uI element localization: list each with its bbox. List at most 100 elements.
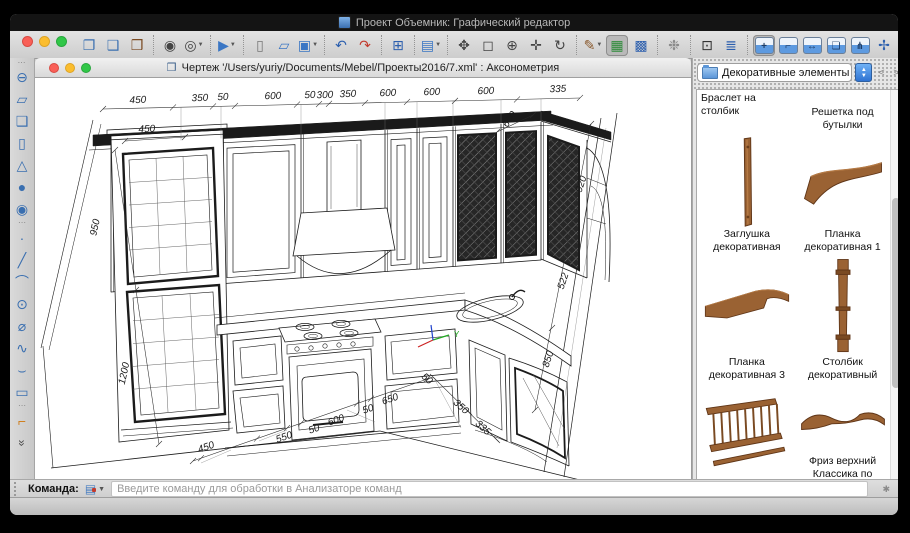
ellipse-tool-icon[interactable]: ⌀ xyxy=(10,315,34,337)
slab-primitive-icon[interactable]: ▱ xyxy=(10,88,34,110)
zoom-button[interactable] xyxy=(56,36,67,47)
photo-camera-icon[interactable]: ◎▼ xyxy=(183,35,205,56)
arc-tool-icon[interactable]: ⌒ xyxy=(10,271,34,293)
more-tools-icon[interactable]: » xyxy=(11,431,33,455)
pan-icon[interactable]: ✛ xyxy=(525,35,547,56)
toggle-textures-icon[interactable]: ▦ xyxy=(606,35,628,56)
circle-tool-icon[interactable]: ⊙ xyxy=(10,293,34,315)
doc-minimize-button[interactable] xyxy=(65,63,75,73)
polyarc-tool-icon[interactable]: ⌣ xyxy=(10,359,34,381)
item-label: Планка декоративная 3 xyxy=(701,356,793,382)
svg-text:300: 300 xyxy=(316,90,333,102)
panel-item[interactable]: Планка декоративная 1 xyxy=(795,136,891,258)
dimension-copy-icon[interactable]: ❏ xyxy=(825,35,847,56)
zoom-in-icon[interactable]: ⊕ xyxy=(501,35,523,56)
drawing-canvas[interactable]: 4503505060050300350600600600335450950120… xyxy=(35,78,691,480)
cabinet-project-icon[interactable]: ❒ xyxy=(126,35,148,56)
dimension-horizontal-icon[interactable]: ↔ xyxy=(801,35,823,56)
redo-icon[interactable]: ↷ xyxy=(354,35,376,56)
paint-texture-icon[interactable]: ✎▼ xyxy=(582,35,604,56)
content-area: ⋯ ⊖▱❑▯△●◉⋯·╱⌒⊙⌀∿⌣▭⋯⌐» ❒ Чертеж '/Users/y… xyxy=(10,58,898,480)
spline-tool-icon[interactable]: ∿ xyxy=(10,337,34,359)
panel-item[interactable]: Решетка под бутылки xyxy=(795,90,891,136)
dimension-chain-icon[interactable]: ⋔ xyxy=(849,35,871,56)
spec-table-icon[interactable]: ≣ xyxy=(720,35,742,56)
orbit-icon[interactable]: ↻ xyxy=(549,35,571,56)
toolbar-separator xyxy=(210,35,211,55)
panel-menu-icon[interactable]: ▼ xyxy=(895,70,898,79)
disc-primitive-icon[interactable]: ⊖ xyxy=(10,66,34,88)
point-tool-icon[interactable]: · xyxy=(10,227,34,249)
preview-monitor-icon[interactable]: ⊡ xyxy=(696,35,718,56)
svg-text:50: 50 xyxy=(304,90,316,101)
panel-item[interactable]: Тарелочница xyxy=(699,386,795,480)
dimension-add-icon[interactable]: + xyxy=(753,35,775,56)
rectangle-tool-icon[interactable]: ▭ xyxy=(10,381,34,403)
command-history-icon[interactable]: ▤ xyxy=(85,482,96,496)
open-document-icon[interactable]: ▱ xyxy=(273,35,295,56)
settings-gear-icon[interactable]: ✱ xyxy=(882,484,890,495)
item-thumbnail xyxy=(797,138,889,228)
corner-tool-icon[interactable]: ⌐ xyxy=(10,410,34,432)
undo-icon[interactable]: ↶ xyxy=(330,35,352,56)
svg-text:600: 600 xyxy=(327,413,347,429)
toolbar-separator xyxy=(747,35,748,55)
panel-scrollbar[interactable] xyxy=(890,90,898,480)
svg-text:450: 450 xyxy=(197,440,217,456)
panel-item[interactable]: Браслет на столбик xyxy=(699,90,795,136)
command-dropdown-icon[interactable]: ▼ xyxy=(98,486,105,493)
toolbar-separator xyxy=(657,35,658,55)
save-document-icon[interactable]: ▣▼ xyxy=(297,35,319,56)
item-label: Браслет на столбик xyxy=(701,92,793,118)
panel-item[interactable]: Заглушка декоративная xyxy=(699,136,795,258)
minimize-button[interactable] xyxy=(39,36,50,47)
box-primitive-icon[interactable]: ❑ xyxy=(10,110,34,132)
item-thumbnail xyxy=(701,260,793,356)
sphere-primitive-icon[interactable]: ● xyxy=(10,176,34,198)
edit-texture-icon[interactable]: ▩ xyxy=(630,35,652,56)
render-camera-icon[interactable]: ◉ xyxy=(159,35,181,56)
close-button[interactable] xyxy=(22,36,33,47)
copy-model-icon[interactable]: ❐ xyxy=(78,35,100,56)
command-placeholder: Введите команду для обработки в Анализат… xyxy=(117,483,402,495)
command-input[interactable]: Введите команду для обработки в Анализат… xyxy=(111,481,868,497)
duplicate-model-icon[interactable]: ❑ xyxy=(102,35,124,56)
command-bar: Команда: ▤ ▼ Введите команду для обработ… xyxy=(10,479,898,498)
dimension-vertical-icon[interactable]: ⌐ xyxy=(777,35,799,56)
panel-item[interactable]: Фриз верхний Классика по контуру наборны… xyxy=(795,386,891,480)
drawing-tools-toolbar: ⋯ ⊖▱❑▯△●◉⋯·╱⌒⊙⌀∿⌣▭⋯⌐» xyxy=(10,58,35,480)
toolbar-icons: ❐❑❒◉◎▼▶▼▯▱▣▼↶↷⊞▤▼✥◻⊕✛↻✎▼▦▩❉⊡≣+⌐↔❏⋔✢▣ xyxy=(78,33,894,57)
svg-text:650: 650 xyxy=(381,392,401,408)
category-stepper[interactable]: ▲▼ xyxy=(855,63,872,82)
kitchen-axonometric-drawing: 4503505060050300350600600600335450950120… xyxy=(35,78,691,480)
new-document-icon[interactable]: ▯ xyxy=(249,35,271,56)
notify-bell-icon[interactable]: ✢ xyxy=(873,35,894,56)
spray-material-icon[interactable]: ❉ xyxy=(663,35,685,56)
toolbar-separator xyxy=(414,35,415,55)
panel-item[interactable]: Столбик декоративный xyxy=(795,258,891,386)
svg-text:350: 350 xyxy=(339,89,356,101)
cone-primitive-icon[interactable]: △ xyxy=(10,154,34,176)
svg-text:50: 50 xyxy=(419,371,435,387)
document-window-controls xyxy=(49,63,91,73)
toolbar-separator xyxy=(381,35,382,55)
run-command-icon[interactable]: ▶▼ xyxy=(216,35,238,56)
prev-category-button[interactable]: < xyxy=(875,67,887,79)
zoom-extents-icon[interactable]: ✥ xyxy=(453,35,475,56)
category-dropdown[interactable]: Декоративные элементы xyxy=(697,63,852,82)
item-thumbnail xyxy=(797,258,889,356)
doc-close-button[interactable] xyxy=(49,63,59,73)
doc-zoom-button[interactable] xyxy=(81,63,91,73)
document-titlebar[interactable]: ❒ Чертеж '/Users/yuriy/Documents/Mebel/П… xyxy=(35,58,691,78)
panel-item[interactable]: Планка декоративная 3 xyxy=(699,258,795,386)
line-tool-icon[interactable]: ╱ xyxy=(10,249,34,271)
command-label: Команда: xyxy=(28,483,79,495)
panel-scrollbar-thumb[interactable] xyxy=(892,198,898,388)
cylinder-primitive-icon[interactable]: ▯ xyxy=(10,132,34,154)
command-bar-grip[interactable] xyxy=(14,482,24,496)
svg-text:600: 600 xyxy=(423,87,440,99)
tile-windows-icon[interactable]: ⊞ xyxy=(387,35,409,56)
torus-primitive-icon[interactable]: ◉ xyxy=(10,198,34,220)
materials-cube-icon[interactable]: ▤▼ xyxy=(420,35,442,56)
zoom-window-icon[interactable]: ◻ xyxy=(477,35,499,56)
